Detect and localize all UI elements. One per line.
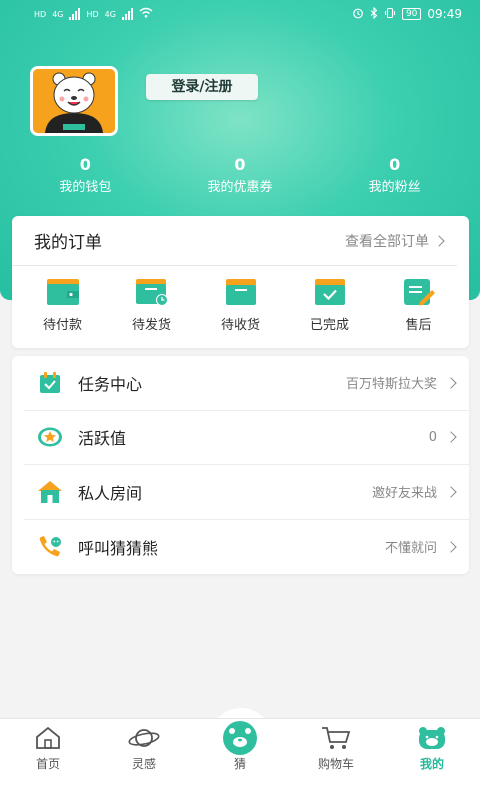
menu-card: 任务中心 百万特斯拉大奖 活跃值 0 私人房间 邀好友来战 呼叫猜猜熊 不懂就问 [12, 356, 469, 574]
status-bar: HD 4G HD 4G 90 09:49 [0, 0, 480, 28]
tab-label: 我的 [419, 757, 444, 771]
tab-cart[interactable]: 购物车 [296, 725, 376, 800]
menu-item-value: 不懂就问 [384, 541, 437, 557]
menu-item-label: 呼叫猜猜熊 [78, 538, 159, 558]
home-icon [36, 726, 60, 749]
wifi-icon [139, 7, 153, 21]
tab-home[interactable]: 首页 [8, 725, 88, 800]
hd-indicator: HD [34, 9, 47, 19]
house-icon [36, 478, 64, 506]
battery-icon: 90 [401, 8, 422, 20]
completed-box-icon [314, 279, 345, 305]
order-status-row: 待付款 待发货 待收货 已完成 售后 [12, 266, 469, 333]
task-calendar-icon [36, 369, 64, 397]
stat-label: 我的优惠券 [207, 180, 273, 195]
signal-icon-2 [121, 8, 133, 20]
order-pending-shipment[interactable]: 待发货 [112, 278, 192, 333]
stat-fans[interactable]: 0 我的粉丝 [325, 154, 465, 198]
tab-profile[interactable]: 我的 [392, 725, 472, 800]
chevron-right-icon [445, 486, 457, 498]
order-item-label: 待收货 [220, 318, 260, 333]
stat-label: 我的粉丝 [368, 180, 421, 195]
avatar[interactable] [30, 66, 118, 136]
pending-shipment-icon [135, 279, 168, 306]
planet-icon [128, 729, 160, 747]
phone-call-icon [36, 533, 64, 561]
package-icon [225, 279, 256, 305]
order-after-sales[interactable]: 售后 [379, 278, 459, 333]
order-pending-payment[interactable]: 待付款 [23, 278, 103, 333]
signal-icon [69, 8, 81, 20]
menu-item-task-center[interactable]: 任务中心 百万特斯拉大奖 [24, 356, 469, 411]
tab-label: 购物车 [317, 757, 354, 771]
stat-value: 0 [389, 155, 401, 174]
alarm-icon [352, 7, 364, 22]
stat-wallet[interactable]: 0 我的钱包 [15, 154, 155, 198]
bluetooth-icon [370, 6, 378, 22]
star-badge-icon [36, 423, 64, 451]
clock: 09:49 [427, 7, 462, 21]
menu-item-label: 活跃值 [78, 429, 127, 449]
menu-item-label: 任务中心 [78, 374, 143, 394]
stat-value: 0 [234, 155, 246, 174]
stat-coupons[interactable]: 0 我的优惠券 [170, 154, 310, 198]
tab-label: 猜 [233, 757, 246, 771]
orders-header: 我的订单 查看全部订单 [12, 216, 457, 266]
network-type: 4G [52, 9, 64, 19]
order-item-label: 售后 [405, 318, 432, 333]
bear-guess-icon [223, 721, 257, 755]
wallet-icon [46, 279, 79, 305]
orders-title: 我的订单 [34, 233, 102, 253]
menu-item-value: 百万特斯拉大奖 [345, 377, 437, 393]
menu-item-call-bear[interactable]: 呼叫猜猜熊 不懂就问 [24, 520, 469, 575]
bottom-tab-bar: 首页 灵感 猜 购物车 我的 [0, 718, 480, 800]
tab-guess[interactable]: 猜 [200, 721, 280, 800]
orders-card: 我的订单 查看全部订单 待付款 待发货 待收货 已完成 售后 [12, 216, 469, 348]
stat-label: 我的钱包 [59, 180, 112, 195]
order-completed[interactable]: 已完成 [290, 278, 370, 333]
tab-inspiration[interactable]: 灵感 [104, 725, 184, 800]
vibrate-icon [384, 7, 396, 22]
network-type-2: 4G [104, 9, 116, 19]
hd-indicator-2: HD [86, 9, 99, 19]
order-item-label: 已完成 [309, 318, 349, 333]
menu-item-private-room[interactable]: 私人房间 邀好友来战 [24, 465, 469, 520]
order-item-label: 待发货 [131, 318, 171, 333]
tab-label: 首页 [35, 757, 60, 771]
view-all-orders-link[interactable]: 查看全部订单 [345, 231, 445, 251]
chevron-right-icon [445, 377, 457, 389]
bear-profile-icon [419, 727, 445, 749]
order-pending-receipt[interactable]: 待收货 [201, 278, 281, 333]
bear-avatar-icon [33, 69, 115, 133]
after-sales-icon [403, 279, 435, 306]
chevron-right-icon [433, 234, 445, 247]
menu-item-value: 邀好友来战 [371, 486, 437, 502]
login-register-button[interactable]: 登录/注册 [146, 74, 258, 100]
view-all-label: 查看全部订单 [345, 233, 429, 250]
menu-item-activity[interactable]: 活跃值 0 [24, 411, 469, 465]
menu-item-label: 私人房间 [78, 483, 143, 503]
stat-value: 0 [79, 155, 91, 174]
stats-row: 0 我的钱包 0 我的优惠券 0 我的粉丝 [0, 154, 480, 198]
order-item-label: 待付款 [42, 318, 82, 333]
chevron-right-icon [445, 431, 457, 443]
chevron-right-icon [445, 541, 457, 553]
menu-item-value: 0 [428, 429, 437, 445]
tab-label: 灵感 [131, 757, 156, 771]
cart-icon [322, 727, 351, 749]
